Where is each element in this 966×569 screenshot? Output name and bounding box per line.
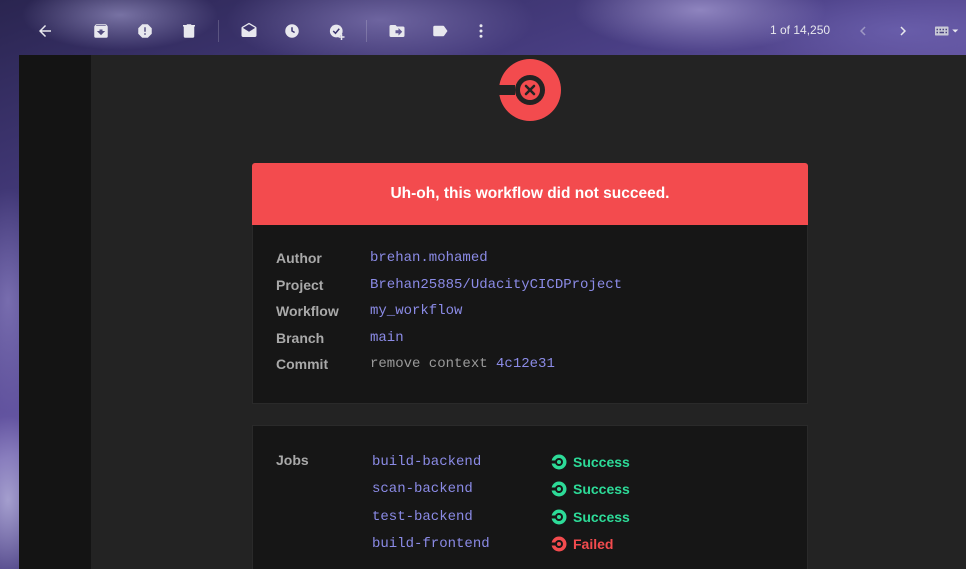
job-name-link[interactable]: scan-backend: [372, 481, 473, 497]
delete-icon[interactable]: [177, 19, 201, 43]
detail-label: Author: [276, 250, 322, 266]
keyboard-icon[interactable]: [930, 19, 964, 43]
failed-icon: [551, 536, 567, 552]
branch-link[interactable]: main: [370, 330, 404, 346]
job-status: Success: [551, 454, 630, 470]
project-link[interactable]: Brehan25885/UdacityCICDProject: [370, 277, 622, 293]
detail-label: Workflow: [276, 303, 339, 319]
commit-message: remove context: [370, 356, 488, 372]
chevron-left-icon[interactable]: [851, 19, 875, 43]
move-to-icon[interactable]: [385, 19, 409, 43]
job-status: Success: [551, 509, 630, 525]
detail-label: Commit: [276, 356, 329, 372]
success-icon: [551, 509, 567, 525]
report-spam-icon[interactable]: [133, 19, 157, 43]
job-name-link[interactable]: build-backend: [372, 454, 481, 470]
back-arrow-icon[interactable]: [33, 19, 57, 43]
job-name-link[interactable]: test-backend: [372, 509, 473, 525]
job-name-link[interactable]: build-frontend: [372, 536, 490, 552]
email-toolbar: 1 of 14,250: [0, 0, 966, 56]
job-status-text: Success: [573, 509, 630, 525]
job-status-text: Success: [573, 481, 630, 497]
workflow-details-card: Author brehan.mohamed Project Brehan2588…: [252, 225, 808, 404]
toolbar-divider: [366, 20, 367, 42]
job-status-text: Success: [573, 454, 630, 470]
success-icon: [551, 481, 567, 497]
workflow-failed-banner: Uh-oh, this workflow did not succeed.: [252, 163, 808, 225]
author-link[interactable]: brehan.mohamed: [370, 250, 488, 266]
success-icon: [551, 454, 567, 470]
job-row: test-backend Success: [372, 509, 792, 529]
detail-label: Branch: [276, 330, 325, 346]
archive-icon[interactable]: [89, 19, 113, 43]
chevron-right-icon[interactable]: [891, 19, 915, 43]
jobs-card: Jobs build-backend Success scan-backend …: [252, 425, 808, 569]
circleci-logo-icon: [499, 59, 561, 121]
email-reading-pane: Uh-oh, this workflow did not succeed. Au…: [19, 55, 966, 569]
job-row: scan-backend Success: [372, 481, 792, 501]
commit-hash-link[interactable]: 4c12e31: [496, 356, 555, 372]
job-status: Failed: [551, 536, 613, 552]
mark-unread-icon[interactable]: [237, 19, 261, 43]
commit-value: remove context 4c12e31: [370, 356, 555, 372]
job-row: build-backend Success: [372, 454, 792, 474]
job-row: build-frontend Failed: [372, 536, 792, 556]
toolbar-divider: [218, 20, 219, 42]
label-icon[interactable]: [428, 19, 452, 43]
banner-text: Uh-oh, this workflow did not succeed.: [390, 185, 670, 202]
workflow-link[interactable]: my_workflow: [370, 303, 462, 319]
more-icon[interactable]: [469, 19, 493, 43]
add-task-icon[interactable]: [325, 19, 349, 43]
pagination-count: 1 of 14,250: [770, 23, 831, 37]
snooze-icon[interactable]: [280, 19, 304, 43]
jobs-label: Jobs: [276, 452, 309, 468]
job-status-text: Failed: [573, 536, 614, 552]
job-status: Success: [551, 481, 630, 497]
detail-label: Project: [276, 277, 324, 293]
email-left-gutter: [19, 55, 91, 569]
email-body: Uh-oh, this workflow did not succeed. Au…: [91, 55, 966, 569]
